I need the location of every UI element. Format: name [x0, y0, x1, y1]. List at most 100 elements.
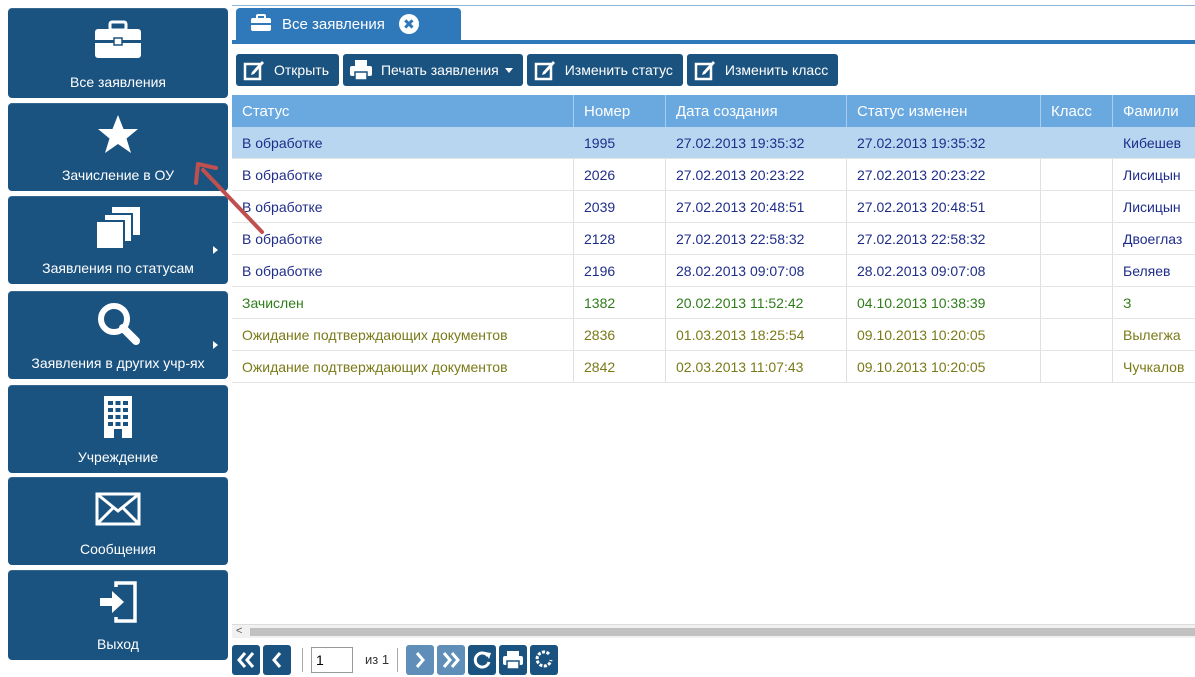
created-cell: 20.02.2013 11:52:42	[666, 287, 847, 318]
chevron-right-icon	[213, 246, 218, 254]
changed-cell: 09.10.2013 10:20:05	[847, 351, 1041, 382]
open-button[interactable]: Открыть	[236, 54, 339, 86]
exit-icon	[8, 576, 228, 628]
envelope-icon	[8, 483, 228, 535]
sidebar-item-label: Зачисление в ОУ	[61, 167, 175, 183]
number-cell: 2128	[574, 223, 666, 254]
sidebar-item-label: Учреждение	[77, 449, 159, 465]
class-cell	[1041, 159, 1113, 190]
surname-cell: Вылегжа	[1123, 326, 1181, 343]
tab-underline	[232, 40, 1195, 44]
table-header: Статус Номер Дата создания Статус измене…	[232, 95, 1195, 127]
change-status-button[interactable]: Изменить статус	[526, 54, 683, 86]
changed-cell: 09.10.2013 10:20:05	[847, 319, 1041, 350]
changed-cell: 04.10.2013 10:38:39	[847, 287, 1041, 318]
number-cell: 2039	[574, 191, 666, 222]
created-cell: 27.02.2013 20:23:22	[666, 159, 847, 190]
created-cell: 01.03.2013 18:25:54	[666, 319, 847, 350]
page-count-label: из 1	[365, 652, 390, 667]
print-label: Печать заявления	[380, 62, 499, 78]
created-cell: 02.03.2013 11:07:43	[666, 351, 847, 382]
number-cell: 2842	[574, 351, 666, 382]
last-page-button[interactable]	[437, 644, 466, 675]
column-header-number[interactable]: Номер	[574, 95, 666, 127]
horizontal-scrollbar[interactable]: <	[232, 624, 1195, 638]
column-header-surname[interactable]: Фамили	[1113, 95, 1195, 127]
tab-all-applications[interactable]: Все заявления ✖	[236, 8, 461, 40]
refresh-button[interactable]	[468, 644, 497, 675]
surname-cell: Беляев	[1123, 262, 1171, 279]
double-chevron-right-icon	[442, 651, 461, 668]
changed-cell: 27.02.2013 20:23:22	[847, 159, 1041, 190]
column-header-class[interactable]: Класс	[1041, 95, 1113, 127]
table-row[interactable]: Зачислен 1382 20.02.2013 11:52:42 04.10.…	[232, 287, 1195, 319]
sidebar-item-label: Заявления по статусам	[42, 260, 194, 276]
created-cell: 27.02.2013 22:58:32	[666, 223, 847, 254]
number-cell: 2836	[574, 319, 666, 350]
edit-icon	[242, 58, 266, 82]
star-icon	[8, 109, 228, 161]
stacked-pages-icon	[8, 202, 228, 254]
sidebar-item-enrollment[interactable]: Зачисление в ОУ	[8, 103, 228, 191]
chevron-right-icon	[213, 341, 218, 349]
column-header-status[interactable]: Статус	[232, 95, 574, 127]
created-cell: 27.02.2013 19:35:32	[666, 127, 847, 158]
prev-page-button[interactable]	[263, 644, 291, 675]
toolbar: Открыть Печать заявления Изменить статус…	[236, 54, 839, 86]
printer-icon	[503, 650, 524, 670]
reload-icon	[535, 650, 553, 667]
scroll-left-icon[interactable]: <	[236, 625, 242, 637]
table-row[interactable]: В обработке 2196 28.02.2013 09:07:08 28.…	[232, 255, 1195, 287]
class-cell	[1041, 191, 1113, 222]
next-page-button[interactable]	[406, 644, 435, 675]
class-cell	[1041, 319, 1113, 350]
column-header-status-changed[interactable]: Статус изменен	[847, 95, 1041, 127]
table-row[interactable]: В обработке 2039 27.02.2013 20:48:51 27.…	[232, 191, 1195, 223]
sidebar-item-all-applications[interactable]: Все заявления	[8, 8, 228, 98]
sidebar-item-messages[interactable]: Сообщения	[8, 477, 228, 565]
sidebar-item-by-status[interactable]: Заявления по статусам	[8, 196, 228, 284]
change-class-label: Изменить класс	[724, 62, 829, 78]
table-row[interactable]: Ожидание подтверждающих документов 2842 …	[232, 351, 1195, 383]
class-cell	[1041, 223, 1113, 254]
table-row[interactable]: В обработке 1995 27.02.2013 19:35:32 27.…	[232, 127, 1195, 159]
print-application-button[interactable]: Печать заявления	[342, 54, 523, 86]
open-label: Открыть	[274, 62, 329, 78]
applications-table: Статус Номер Дата создания Статус измене…	[232, 95, 1195, 383]
changed-cell: 27.02.2013 22:58:32	[847, 223, 1041, 254]
changed-cell: 28.02.2013 09:07:08	[847, 255, 1041, 286]
change-class-button[interactable]: Изменить класс	[686, 54, 839, 86]
reload-button[interactable]	[530, 644, 559, 675]
surname-cell: З	[1123, 294, 1132, 311]
status-cell: В обработке	[232, 159, 574, 190]
chevron-down-icon	[504, 67, 513, 73]
sidebar-item-other-institutions[interactable]: Заявления в других учр-ях	[8, 291, 228, 379]
created-cell: 28.02.2013 09:07:08	[666, 255, 847, 286]
chevron-left-icon	[272, 651, 282, 668]
table-row[interactable]: В обработке 2128 27.02.2013 22:58:32 27.…	[232, 223, 1195, 255]
class-cell	[1041, 351, 1113, 382]
sidebar-item-label: Все заявления	[69, 74, 166, 90]
refresh-icon	[473, 651, 492, 669]
first-page-button[interactable]	[232, 644, 260, 675]
scrollbar-thumb[interactable]	[250, 628, 1195, 636]
surname-cell: Двоеглаз	[1123, 230, 1183, 247]
sidebar-item-institution[interactable]: Учреждение	[8, 385, 228, 473]
pager-divider	[302, 647, 303, 672]
close-icon[interactable]: ✖	[398, 14, 419, 34]
edit-icon	[693, 58, 717, 82]
pagination: из 1	[232, 642, 561, 677]
sidebar-item-exit[interactable]: Выход	[8, 570, 228, 660]
table-row[interactable]: В обработке 2026 27.02.2013 20:23:22 27.…	[232, 159, 1195, 191]
created-cell: 27.02.2013 20:48:51	[666, 191, 847, 222]
number-cell: 2026	[574, 159, 666, 190]
page-number-input[interactable]	[311, 646, 353, 673]
main-content: Все заявления ✖ Открыть Печать заявления…	[232, 0, 1195, 677]
number-cell: 1382	[574, 287, 666, 318]
surname-cell: Лисицын	[1123, 166, 1181, 183]
printer-icon	[349, 58, 373, 82]
print-button[interactable]	[499, 644, 528, 675]
column-header-created[interactable]: Дата создания	[666, 95, 847, 127]
status-cell: В обработке	[232, 255, 574, 286]
table-row[interactable]: Ожидание подтверждающих документов 2836 …	[232, 319, 1195, 351]
